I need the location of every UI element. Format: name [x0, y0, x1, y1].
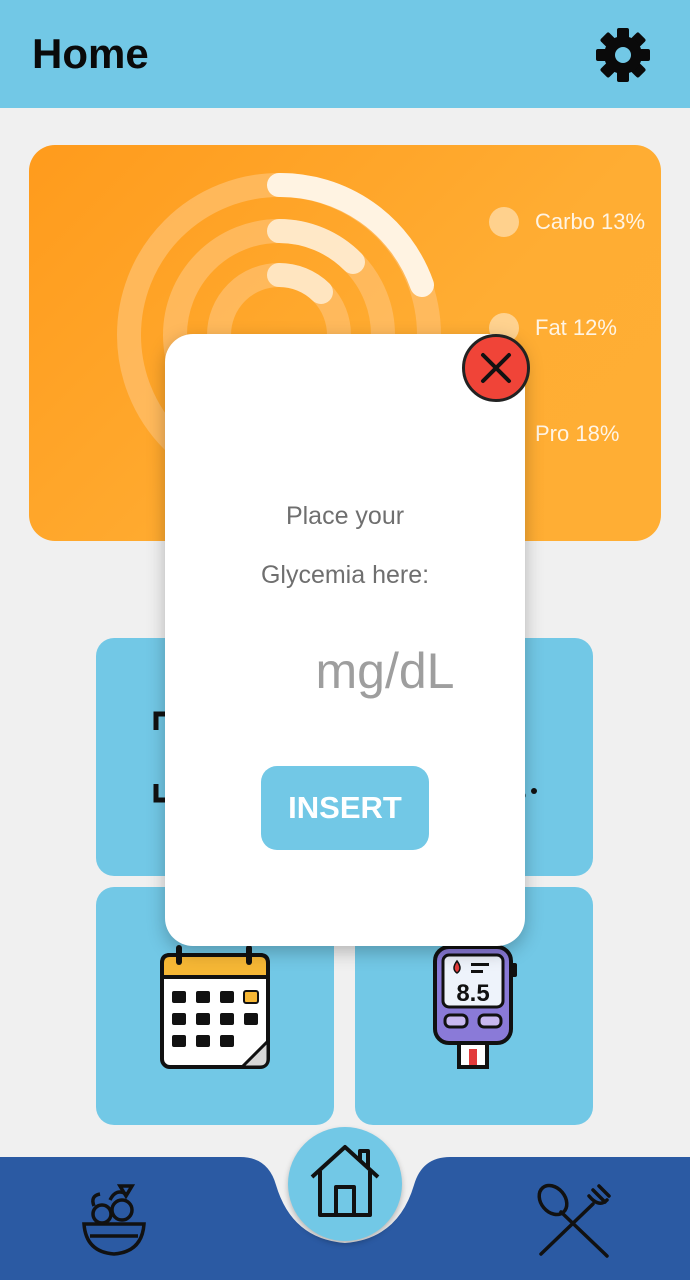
legend-label: Pro 18%	[535, 421, 620, 446]
legend-carbo: Carbo 13%	[489, 205, 645, 239]
glucose-meter-icon: 8.5	[433, 945, 517, 1069]
dialog-prompt-line1: Place your	[285, 502, 405, 530]
close-icon	[481, 353, 511, 383]
gear-icon[interactable]	[594, 26, 652, 84]
nav-recipes[interactable]	[533, 1182, 615, 1263]
calendar-icon	[160, 945, 270, 1069]
close-dialog-button[interactable]	[462, 334, 530, 402]
app-bar: Home	[0, 0, 690, 108]
fork-spoon-icon	[537, 1183, 611, 1258]
page-title: Home	[32, 30, 149, 77]
dialog-prompt-line2: Glycemia here:	[260, 561, 430, 589]
legend-label: Fat 12%	[535, 315, 617, 340]
legend-dot	[489, 207, 519, 237]
glycemia-input[interactable]	[205, 636, 505, 706]
glycemia-dialog: Place your Glycemia here: INSERT	[165, 334, 525, 946]
glucose-reading: 8.5	[456, 980, 489, 1007]
home-icon	[310, 1145, 380, 1217]
nav-meals[interactable]	[80, 1178, 148, 1263]
insert-button[interactable]: INSERT	[261, 766, 429, 850]
legend-label: Carbo 13%	[535, 209, 646, 234]
salad-bowl-icon	[82, 1184, 146, 1256]
nav-home[interactable]	[288, 1127, 402, 1241]
